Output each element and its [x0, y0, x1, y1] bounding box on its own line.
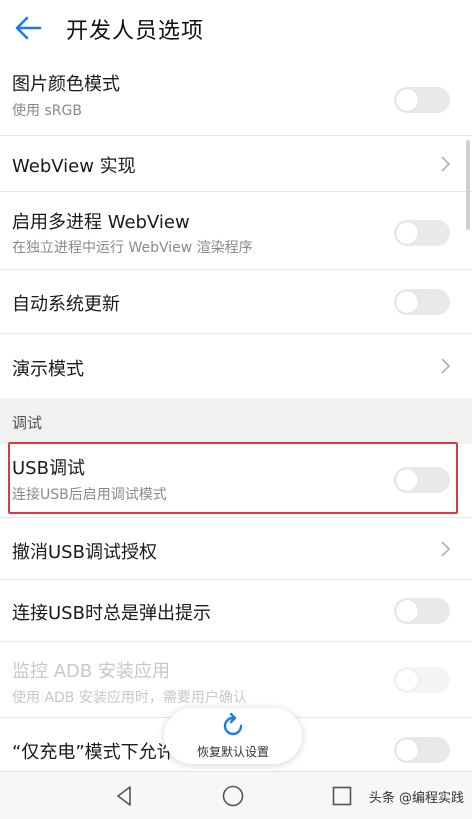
circle-home-icon[interactable]	[221, 784, 245, 808]
system-nav-bar: 头条 @编程实践	[0, 771, 472, 819]
row-title: 演示模式	[12, 359, 84, 380]
section-label: 调试	[12, 414, 43, 432]
row-title: 图片颜色模式	[12, 74, 120, 95]
arrow-left-icon	[15, 16, 42, 40]
row-subtitle: 在独立进程中运行 WebView 渲染程序	[12, 240, 253, 256]
chevron-right-icon	[441, 156, 451, 172]
charge-only-toggle[interactable]	[394, 737, 450, 763]
row-title: WebView 实现	[12, 156, 136, 177]
list-item-adb-monitor: 监控 ADB 安装应用 使用 ADB 安装应用时，需要用户确认	[0, 642, 472, 718]
list-item-auto-update[interactable]: 自动系统更新	[0, 270, 472, 334]
row-title: 撤消USB调试授权	[12, 542, 157, 563]
toggle-knob	[396, 739, 418, 761]
highlight-annotation	[8, 442, 458, 514]
auto-update-toggle[interactable]	[394, 289, 450, 315]
list-item-demo-mode[interactable]: 演示模式	[0, 334, 472, 398]
toggle-knob	[396, 669, 418, 691]
toggle-knob	[396, 291, 418, 313]
watermark: 头条 @编程实践	[368, 791, 464, 806]
toggle-knob	[396, 600, 418, 622]
list-item-color-mode[interactable]: 图片颜色模式 使用 sRGB	[0, 64, 472, 136]
toggle-knob	[396, 222, 418, 244]
adb-monitor-toggle	[394, 667, 450, 693]
toggle-knob	[396, 89, 418, 111]
triangle-back-icon[interactable]	[112, 784, 136, 808]
list-item-usb-prompt[interactable]: 连接USB时总是弹出提示	[0, 580, 472, 642]
row-title: 连接USB时总是弹出提示	[12, 603, 211, 624]
multiprocess-toggle[interactable]	[394, 220, 450, 246]
section-header-debug: 调试	[0, 398, 472, 444]
scrollbar[interactable]	[466, 140, 470, 230]
color-mode-toggle[interactable]	[394, 87, 450, 113]
chevron-right-icon	[441, 541, 451, 557]
row-title: “仅充电”模式下允许	[12, 742, 175, 763]
restore-defaults-button[interactable]: 恢复默认设置	[164, 708, 302, 764]
row-subtitle: 使用 ADB 安装应用时，需要用户确认	[12, 690, 247, 706]
list-item-revoke-usb-auth[interactable]: 撤消USB调试授权	[0, 518, 472, 580]
refresh-icon	[223, 712, 243, 736]
settings-list[interactable]: 图片颜色模式 使用 sRGB WebView 实现 启用多进程 WebView …	[0, 56, 472, 771]
app-header: 开发人员选项	[0, 0, 472, 56]
page-title: 开发人员选项	[66, 19, 205, 44]
back-button[interactable]	[10, 12, 46, 44]
chevron-right-icon	[441, 358, 451, 374]
list-item-webview-impl[interactable]: WebView 实现	[0, 136, 472, 192]
row-title: 自动系统更新	[12, 294, 120, 315]
row-subtitle: 使用 sRGB	[12, 103, 82, 119]
restore-defaults-label: 恢复默认设置	[196, 745, 269, 759]
row-title: 监控 ADB 安装应用	[12, 661, 170, 682]
square-recent-icon[interactable]	[330, 784, 354, 808]
row-title: 启用多进程 WebView	[12, 212, 190, 233]
list-item-multiprocess-webview[interactable]: 启用多进程 WebView 在独立进程中运行 WebView 渲染程序	[0, 192, 472, 270]
usb-prompt-toggle[interactable]	[394, 598, 450, 624]
